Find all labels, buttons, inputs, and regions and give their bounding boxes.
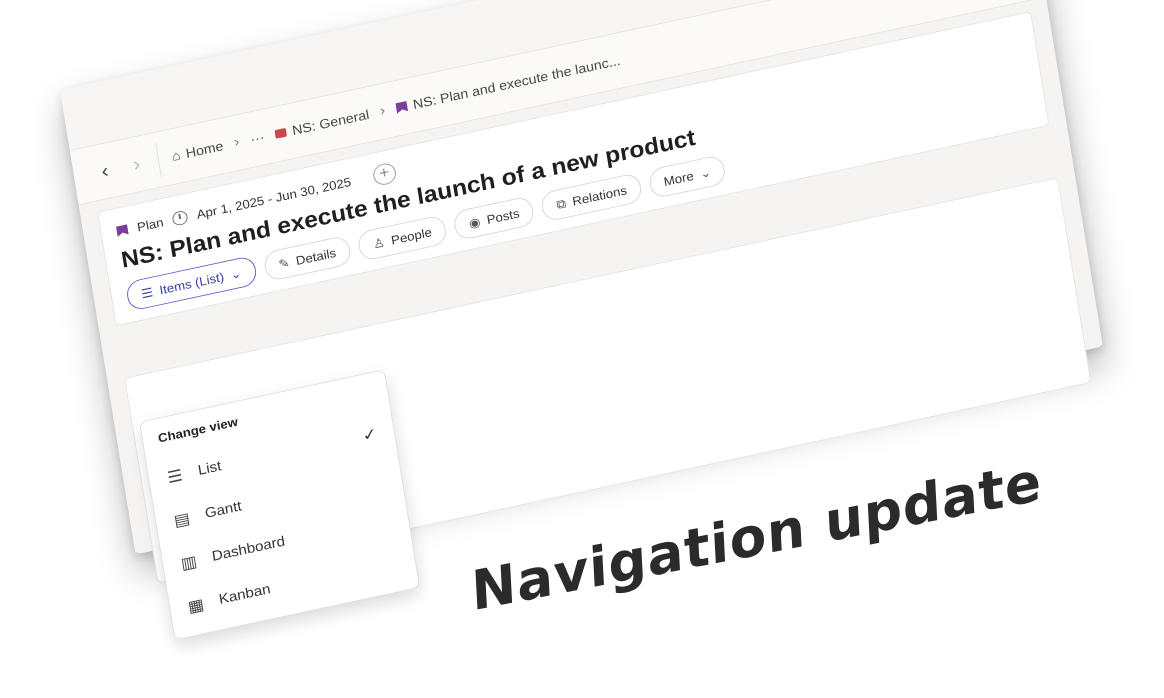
gantt-icon: ▤ [172,508,192,530]
forward-button[interactable]: › [118,146,154,182]
chevron-down-icon: ⌄ [229,265,243,282]
breadcrumb-overflow[interactable]: ··· [249,130,265,148]
list-icon: ☰ [165,465,184,487]
breadcrumb-general-label: NS: General [291,107,371,139]
view-option-kanban-label: Kanban [217,581,272,608]
chevron-left-icon: ‹ [99,159,111,183]
breadcrumb-separator-icon: › [233,134,241,151]
nav-divider [155,142,162,177]
tab-more[interactable]: More ⌄ [647,154,728,200]
person-icon: ♙ [371,234,386,251]
tab-items-list-label: Items (List) [158,269,226,298]
view-option-list-label: List [196,458,223,479]
clock-icon [171,209,189,227]
breadcrumb-general[interactable]: NS: General [274,107,370,142]
purple-flag-icon [395,101,408,114]
plus-circle-icon[interactable]: + [371,161,398,187]
breadcrumb-separator-icon: › [378,103,387,119]
view-option-gantt-label: Gantt [203,498,243,522]
checkmark-icon: ✓ [361,424,379,445]
tab-people[interactable]: ♙ People [356,214,449,262]
tab-relations-label: Relations [571,182,628,209]
view-option-dashboard-label: Dashboard [210,534,287,565]
tab-people-label: People [390,224,433,248]
home-icon: ⌂ [170,147,182,165]
bar-chart-icon: ▥ [179,551,199,573]
list-icon: ☰ [140,284,155,301]
breadcrumb-home[interactable]: ⌂ Home [171,138,225,164]
tab-details-label: Details [294,245,337,268]
screenshot-stage: ‹ › ⌂ Home › ··· NS: General › NS: Plan … [0,0,1164,698]
tab-more-label: More [662,168,695,189]
tab-details[interactable]: ✎ Details [262,234,353,283]
chevron-down-icon: ⌄ [698,164,713,181]
red-folder-icon [274,127,288,139]
tab-posts[interactable]: ◉ Posts [452,195,536,242]
chat-icon: ◉ [467,213,482,231]
plan-type: Plan [136,214,165,235]
plan-flag-icon [116,224,129,237]
tab-posts-label: Posts [485,205,521,227]
breadcrumb-overflow-label: ··· [249,129,266,148]
chevron-right-icon: › [131,152,142,176]
pencil-icon: ✎ [277,254,291,272]
back-button[interactable]: ‹ [87,153,123,189]
breadcrumb-home-label: Home [184,138,225,162]
kanban-icon: ▦ [186,594,206,616]
link-icon: ⧉ [555,195,567,212]
